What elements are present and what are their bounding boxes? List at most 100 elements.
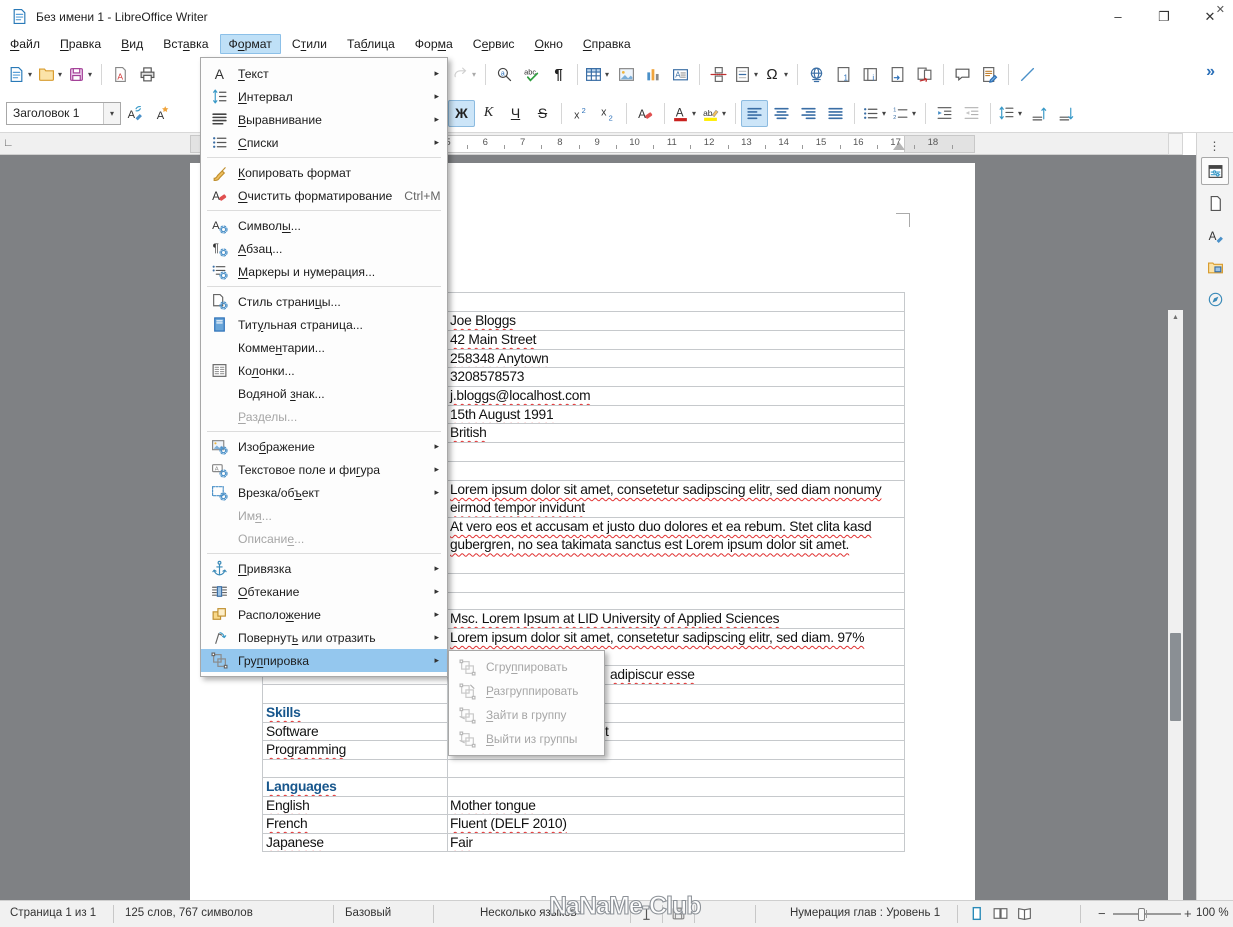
zoom-level[interactable]: 100 %	[1196, 907, 1229, 919]
increase-indent-button[interactable]	[931, 100, 958, 127]
print-button[interactable]	[134, 61, 161, 88]
align-left-button[interactable]	[741, 100, 768, 127]
superscript-button[interactable]: x2	[567, 100, 594, 127]
chevron-down-icon[interactable]: ▾	[909, 109, 919, 118]
insert-textbox-button[interactable]: A	[667, 61, 694, 88]
strikethrough-button[interactable]: S	[529, 100, 556, 127]
toolbar-overflow-button[interactable]: »	[1206, 63, 1215, 81]
hyperlink-button[interactable]	[803, 61, 830, 88]
menu-item-bullets-numbering[interactable]: Маркеры и нумерация...	[201, 260, 447, 283]
menu-item-align[interactable]: Выравнивание▸	[201, 108, 447, 131]
decrease-indent-button[interactable]	[958, 100, 985, 127]
menubar-insert[interactable]: Вставка	[154, 34, 217, 54]
menu-item-character[interactable]: AСимволы...	[201, 214, 447, 237]
book-view-icon[interactable]	[1016, 905, 1034, 923]
menu-item-wrap[interactable]: Обтекание▸	[201, 580, 447, 603]
formatting-marks-button[interactable]: ¶	[545, 61, 572, 88]
menubar-table[interactable]: Таблица	[338, 34, 404, 54]
chevron-down-icon[interactable]: ▾	[602, 70, 612, 79]
new-document-button[interactable]: ▾	[6, 61, 36, 88]
menu-item-clear-direct-formatting[interactable]: AОчистить форматированиеCtrl+M	[201, 184, 447, 207]
zoom-in-icon[interactable]: +	[1184, 906, 1192, 921]
scrollbar-thumb[interactable]	[1170, 633, 1181, 721]
increase-para-spacing-button[interactable]	[1026, 100, 1053, 127]
minimize-button[interactable]: –	[1095, 0, 1141, 33]
insert-field-button[interactable]: ▾	[732, 61, 762, 88]
sidebar-navigator[interactable]	[1201, 285, 1229, 313]
menubar-window[interactable]: Окно	[526, 34, 572, 54]
menu-item-obj-name[interactable]: Имя...	[201, 504, 447, 527]
menu-item-text[interactable]: AТекст▸	[201, 62, 447, 85]
new-style-button[interactable]: A	[148, 100, 175, 127]
menubar-format[interactable]: Формат	[220, 34, 281, 54]
chevron-down-icon[interactable]: ▾	[1015, 109, 1025, 118]
save-button[interactable]: ▾	[66, 61, 96, 88]
zoom-slider-thumb[interactable]	[1138, 908, 1145, 921]
insert-table-button[interactable]: ▾	[583, 61, 613, 88]
menu-item-arrange[interactable]: Расположение▸	[201, 603, 447, 626]
menu-item-image[interactable]: Изображение▸	[201, 435, 447, 458]
menu-item-clone-formatting[interactable]: Копировать формат	[201, 161, 447, 184]
chevron-down-icon[interactable]: ▾	[689, 109, 699, 118]
sidebar-menu-icon[interactable]: ⋮	[1197, 139, 1233, 153]
paragraph-style-combo[interactable]: Заголовок 1 ▾	[6, 102, 121, 125]
selection-mode-icon[interactable]	[638, 905, 656, 923]
chevron-down-icon[interactable]: ▾	[103, 103, 120, 124]
submenu-item-group[interactable]: Сгруппировать	[449, 655, 604, 679]
page-break-button[interactable]	[705, 61, 732, 88]
menu-item-lists[interactable]: Списки▸	[201, 131, 447, 154]
menu-item-columns[interactable]: Колонки...	[201, 359, 447, 382]
redo-button[interactable]: ▾	[450, 61, 480, 88]
menu-item-page-style[interactable]: Стиль страницы...	[201, 290, 447, 313]
sidebar-page[interactable]	[1201, 189, 1229, 217]
justify-button[interactable]	[822, 100, 849, 127]
chevron-down-icon[interactable]: ▾	[781, 70, 791, 79]
status-outline-numbering[interactable]: Нумерация глав : Уровень 1	[790, 907, 940, 919]
spellcheck-button[interactable]: abc	[518, 61, 545, 88]
export-pdf-button[interactable]: A	[107, 61, 134, 88]
menu-item-rotate-flip[interactable]: Повернуть или отразить▸	[201, 626, 447, 649]
menu-item-watermark[interactable]: Водяной знак...	[201, 382, 447, 405]
subscript-button[interactable]: x2	[594, 100, 621, 127]
submenu-item-ungroup[interactable]: Разгруппировать	[449, 679, 604, 703]
align-center-button[interactable]	[768, 100, 795, 127]
status-word-count[interactable]: 125 слов, 767 символов	[125, 907, 253, 919]
footnote-button[interactable]	[884, 61, 911, 88]
sidebar-properties[interactable]	[1201, 157, 1229, 185]
menubar-styles[interactable]: Стили	[283, 34, 336, 54]
track-changes-button[interactable]	[976, 61, 1003, 88]
chevron-down-icon[interactable]: ▾	[55, 70, 65, 79]
highlight-color-button[interactable]: ab▾	[700, 100, 730, 127]
font-color-button[interactable]: A▾	[670, 100, 700, 127]
insert-chart-button[interactable]	[640, 61, 667, 88]
status-page[interactable]: Страница 1 из 1	[10, 907, 96, 919]
chevron-down-icon[interactable]: ▾	[85, 70, 95, 79]
menu-item-group[interactable]: Группировка▸	[201, 649, 447, 672]
chevron-down-icon[interactable]: ▾	[25, 70, 35, 79]
single-page-view-icon[interactable]	[968, 905, 986, 923]
line-spacing-button[interactable]: ▾	[996, 100, 1026, 127]
menu-item-spacing[interactable]: Интервал▸	[201, 85, 447, 108]
menu-item-sections[interactable]: Разделы...	[201, 405, 447, 428]
horizontal-ruler[interactable]: ∟ 56789101112131415161718	[0, 133, 1168, 155]
sidebar-styles[interactable]: A	[1201, 221, 1229, 249]
special-character-button[interactable]: Ω▾	[762, 61, 792, 88]
menubar-tools[interactable]: Сервис	[464, 34, 524, 54]
insert-line-button[interactable]	[1014, 61, 1041, 88]
numbered-list-button[interactable]: 12▾	[890, 100, 920, 127]
comment-button[interactable]	[949, 61, 976, 88]
maximize-button[interactable]: ❐	[1141, 0, 1187, 33]
menu-item-title-page[interactable]: Титульная страница...	[201, 313, 447, 336]
chevron-down-icon[interactable]: ▾	[751, 70, 761, 79]
vertical-scrollbar[interactable]: ▲ ▼	[1168, 310, 1183, 900]
zoom-out-icon[interactable]: −	[1098, 906, 1106, 921]
scroll-up-icon[interactable]: ▲	[1168, 310, 1183, 325]
menu-item-textbox-shape[interactable]: AТекстовое поле и фигура▸	[201, 458, 447, 481]
find-replace-button[interactable]: a	[491, 61, 518, 88]
underline-button[interactable]: Ч	[502, 100, 529, 127]
page-count-button[interactable]: i	[857, 61, 884, 88]
chevron-down-icon[interactable]: ▾	[879, 109, 889, 118]
status-page-style[interactable]: Базовый	[345, 907, 391, 919]
menu-item-paragraph[interactable]: ¶Абзац...	[201, 237, 447, 260]
update-style-button[interactable]: A	[121, 100, 148, 127]
